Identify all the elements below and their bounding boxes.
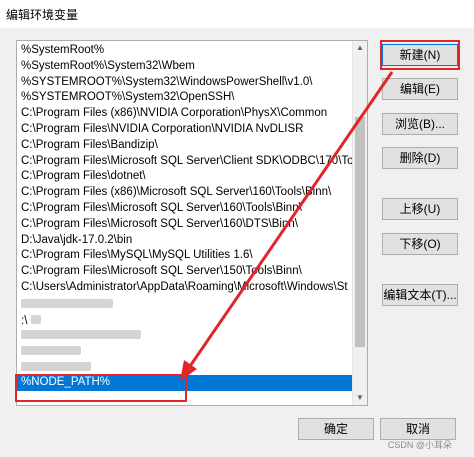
arrow-line <box>184 71 394 373</box>
edit-env-variable-dialog: 编辑环境变量 %SystemRoot% %SystemRoot%\System32… <box>0 0 474 457</box>
annotation-arrow <box>180 71 394 381</box>
watermark: CSDN @小耳朵 <box>387 440 452 450</box>
arrow-head-icon <box>180 360 197 381</box>
